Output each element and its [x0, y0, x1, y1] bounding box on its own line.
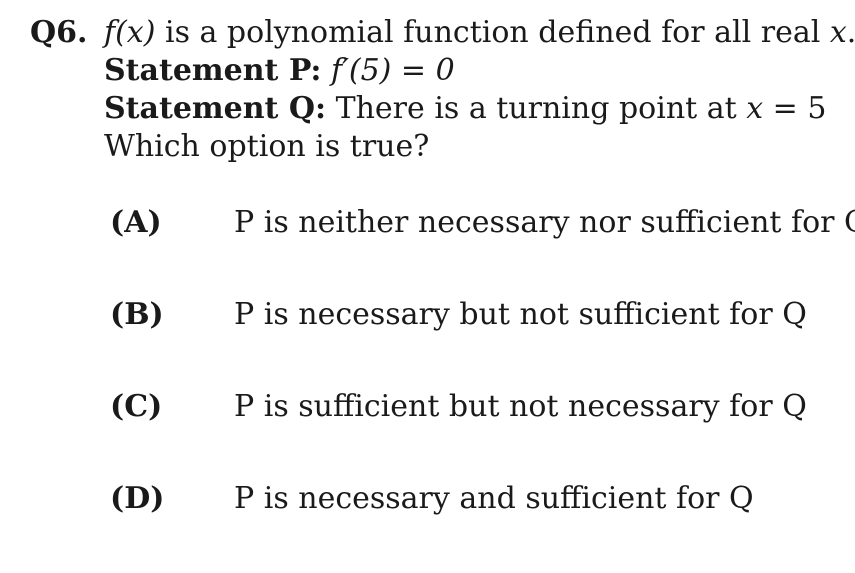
- stem-variable: x: [829, 15, 847, 50]
- option-text: P is necessary but not sufficient for Q: [234, 297, 807, 332]
- option-text: P is neither necessary nor sufficient fo…: [234, 205, 855, 240]
- statement-q: Statement Q: There is a turning point at…: [30, 90, 850, 128]
- stem-text: is a polynomial function defined for all…: [155, 15, 830, 50]
- option-label: (C): [110, 389, 163, 424]
- statement-p-label: Statement P:: [104, 53, 322, 88]
- question-prompt: Which option is true?: [104, 129, 430, 164]
- statement-q-text: There is a turning point at: [326, 91, 747, 126]
- statement-p-text: f′(5) = 0: [330, 53, 455, 88]
- statement-q-label: Statement Q:: [104, 91, 327, 126]
- function-notation: f(x): [104, 15, 156, 50]
- question-block: Q6. f(x) is a polynomial function defined…: [30, 14, 855, 166]
- question-number: Q6.: [30, 15, 88, 50]
- option-text: P is necessary and sufficient for Q: [234, 481, 754, 516]
- statement-p: Statement P: f′(5) = 0: [30, 52, 850, 90]
- option-a[interactable]: (A) P is neither necessary nor sufficien…: [110, 205, 855, 297]
- option-label: (A): [110, 205, 162, 240]
- statement-q-variable: x: [746, 91, 764, 126]
- option-d[interactable]: (D) P is necessary and sufficient for Q: [110, 481, 850, 573]
- option-label: (D): [110, 481, 165, 516]
- option-b[interactable]: (B) P is necessary but not sufficient fo…: [110, 297, 850, 389]
- statement-q-value: = 5: [763, 91, 827, 126]
- stem-period: .: [847, 15, 855, 50]
- options-list: (A) P is neither necessary nor sufficien…: [110, 205, 855, 573]
- question-stem: Q6. f(x) is a polynomial function defined…: [30, 14, 855, 52]
- option-label: (B): [110, 297, 164, 332]
- option-text: P is sufficient but not necessary for Q: [234, 389, 807, 424]
- option-c[interactable]: (C) P is sufficient but not necessary fo…: [110, 389, 850, 481]
